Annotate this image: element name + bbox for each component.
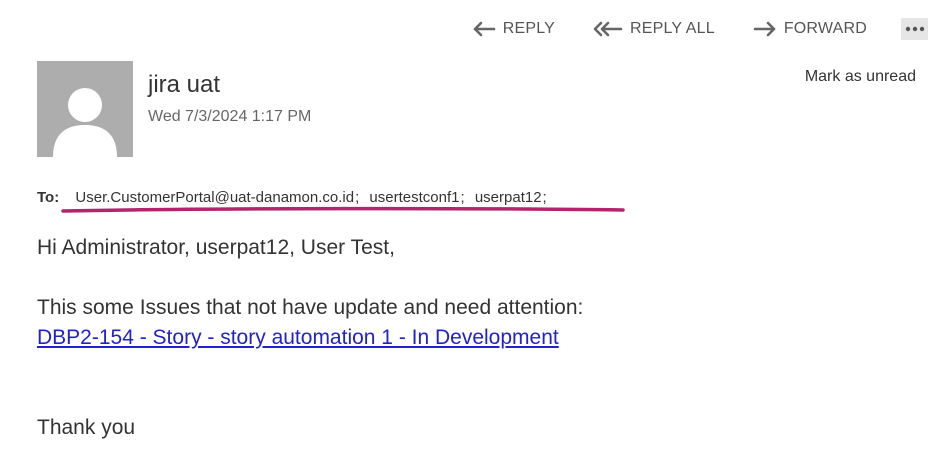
forward-button[interactable]: FORWARD — [753, 20, 867, 38]
recipient[interactable]: User.CustomerPortal@uat-danamon.co.id — [75, 189, 354, 206]
recipients-line: To: User.CustomerPortal@uat-danamon.co.i… — [37, 189, 547, 206]
forward-label: FORWARD — [783, 20, 867, 37]
recipient-separator: ; — [355, 189, 360, 206]
recipient[interactable]: usertestconf1 — [369, 189, 459, 206]
sender-avatar[interactable] — [37, 61, 133, 157]
message-toolbar: REPLY REPLY ALL FORWARD — [472, 14, 928, 44]
mark-as-unread-link[interactable]: Mark as unread — [805, 68, 916, 86]
to-label: To: — [37, 189, 60, 206]
person-icon — [53, 88, 117, 157]
recipient-separator: ; — [542, 189, 547, 206]
sent-date: Wed 7/3/2024 1:17 PM — [148, 108, 312, 125]
reply-button[interactable]: REPLY — [472, 20, 555, 38]
reply-all-arrow-icon — [593, 21, 623, 37]
recipient[interactable]: userpat12 — [475, 189, 542, 206]
reply-all-label: REPLY ALL — [629, 20, 715, 37]
recipient-separator: ; — [460, 189, 465, 206]
highlight-underline — [61, 206, 625, 213]
greeting-text: Hi Administrator, userpat12, User Test, — [37, 236, 395, 259]
forward-arrow-icon — [753, 21, 776, 37]
issue-link[interactable]: DBP2-154 - Story - story automation 1 - … — [37, 326, 559, 350]
sender-name[interactable]: jira uat — [148, 71, 220, 99]
reply-all-button[interactable]: REPLY ALL — [593, 20, 715, 38]
closing-text: Thank you — [37, 416, 136, 439]
email-reading-pane: REPLY REPLY ALL FORWARD jira uat Wed 7/3… — [0, 0, 948, 457]
reply-arrow-icon — [473, 21, 496, 37]
more-horizontal-icon — [905, 26, 924, 32]
reply-label: REPLY — [502, 20, 555, 37]
intro-text: This some Issues that not have update an… — [37, 296, 584, 319]
more-actions-button[interactable] — [901, 18, 928, 40]
